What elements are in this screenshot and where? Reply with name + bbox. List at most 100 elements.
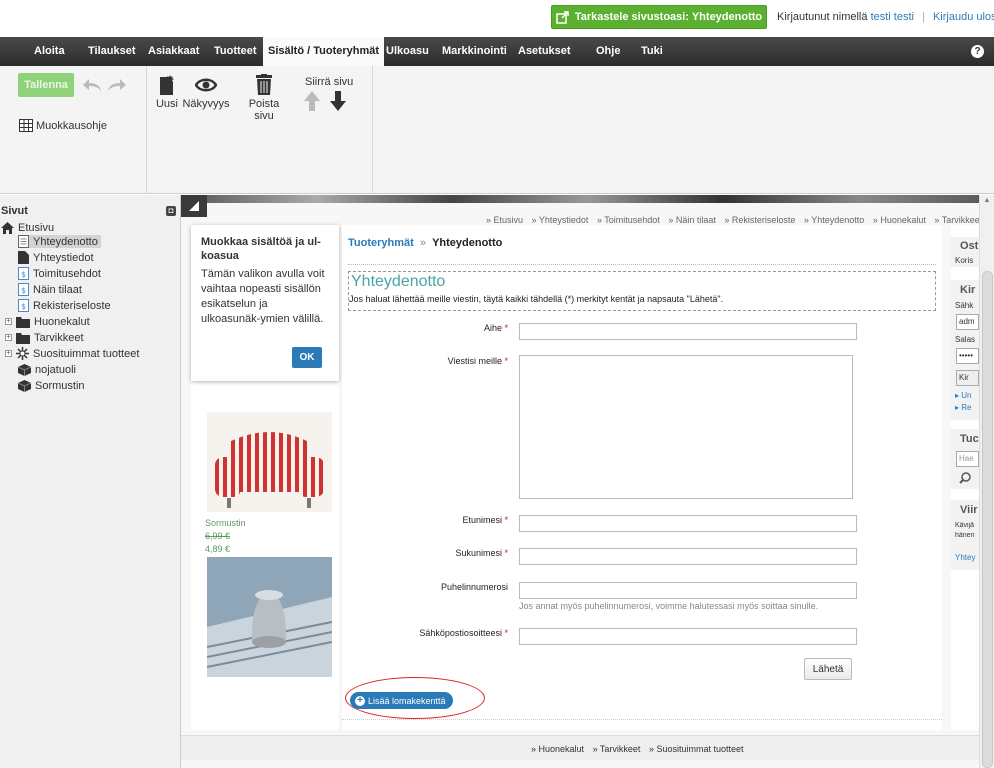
subject-input[interactable] <box>519 323 857 340</box>
popup-ok-button[interactable]: OK <box>292 347 322 368</box>
redo-icon[interactable] <box>106 75 128 93</box>
help-icon[interactable]: ? <box>971 45 984 58</box>
delete-page-label: Poista sivu <box>248 98 280 122</box>
tree-item-yhteystiedot[interactable]: Yhteystiedot <box>18 251 94 264</box>
ribbon-divider <box>146 66 147 194</box>
new-page-button[interactable]: Uusi <box>154 74 180 110</box>
menu-item-aloita[interactable]: Aloita <box>34 37 65 66</box>
preview-button[interactable]: Näkyvyys <box>181 74 231 110</box>
login-password-input[interactable]: ••••• <box>956 348 979 364</box>
thimble-image[interactable] <box>207 557 332 677</box>
tree-item-huonekalut[interactable]: + Huonekalut <box>5 315 90 328</box>
login-info: Kirjautunut nimellä testi testi | Kirjau… <box>777 11 994 23</box>
label-text: Aihe <box>483 323 502 333</box>
nav-link[interactable]: » Toimitusehdot <box>597 215 660 225</box>
message-textarea[interactable] <box>519 355 853 499</box>
scroll-up-arrow[interactable]: ▲ <box>983 197 991 205</box>
tree-item-toimitusehdot[interactable]: $ Toimitusehdot <box>18 267 101 280</box>
nav-link[interactable]: » Yhteydenotto <box>804 215 864 225</box>
login-email-input[interactable]: adm <box>956 314 979 330</box>
menu-item-asiakkaat[interactable]: Asiakkaat <box>148 37 199 66</box>
menu-item-markkinointi[interactable]: Markkinointi <box>442 37 507 66</box>
page-dollar-icon: $ <box>18 267 29 280</box>
menu-item-tilaukset[interactable]: Tilaukset <box>88 37 136 66</box>
expand-toggle[interactable]: + <box>5 334 12 341</box>
divider <box>342 719 942 720</box>
nav-link[interactable]: » Näin tilaat <box>668 215 716 225</box>
arrow-up-icon[interactable] <box>303 90 321 112</box>
breadcrumb-parent[interactable]: Tuoteryhmät <box>348 237 414 249</box>
nav-link[interactable]: » Yhteystiedot <box>532 215 589 225</box>
submit-button[interactable]: Lähetä <box>804 658 852 680</box>
menu-item-asetukset[interactable]: Asetukset <box>518 37 571 66</box>
new-page-icon <box>160 75 174 95</box>
user-name-link[interactable]: testi testi <box>871 11 914 23</box>
header-image <box>181 195 994 203</box>
tree-item-etusivu[interactable]: Etusivu <box>1 221 54 234</box>
search-icon[interactable] <box>959 472 971 484</box>
nav-link[interactable]: » Huonekalut <box>873 215 926 225</box>
menu-item-tuki[interactable]: Tuki <box>641 37 663 66</box>
nav-link[interactable]: » Etusivu <box>486 215 523 225</box>
footer-link[interactable]: » Huonekalut <box>531 744 584 754</box>
save-button[interactable]: Tallenna <box>18 73 74 97</box>
editable-title-block[interactable]: Yhteydenotto Jos haluat lähettää meille … <box>348 271 936 311</box>
arrow-down-icon[interactable] <box>329 90 347 112</box>
collapse-icon[interactable]: ◘ <box>166 206 176 216</box>
tree-item-nain-tilaat[interactable]: $ Näin tilaat <box>18 283 82 296</box>
corner-toggle[interactable] <box>181 195 207 217</box>
tree-item-tarvikkeet[interactable]: + Tarvikkeet <box>5 331 84 344</box>
footer-link[interactable]: » Tarvikkeet <box>593 744 641 754</box>
nav-link[interactable]: » Tarvikkeet <box>934 215 982 225</box>
recent-link[interactable]: Yhtey <box>955 553 977 562</box>
tree-item-sormustin[interactable]: Sormustin <box>18 379 85 392</box>
sidebar-title: Sivut <box>1 205 28 217</box>
first-name-input[interactable] <box>519 515 857 532</box>
required-mark: * <box>504 323 508 333</box>
vertical-scrollbar[interactable]: ▲ <box>979 195 994 768</box>
tree-item-yhteydenotto[interactable]: Yhteydenotto <box>18 235 101 248</box>
armchair-image[interactable] <box>207 412 332 512</box>
search-input[interactable]: Hae <box>956 451 979 467</box>
page-intro[interactable]: Jos haluat lähettää meille viestin, täyt… <box>349 294 723 304</box>
password-label: Salas <box>955 335 976 344</box>
recent-title: Viir <box>960 504 978 516</box>
plus-icon: + <box>355 695 365 706</box>
view-site-button[interactable]: Tarkastele sivustoasi: Yhteydenotto <box>551 5 767 29</box>
email-input[interactable] <box>519 628 857 645</box>
expand-toggle[interactable]: + <box>5 350 12 357</box>
cart-text: Koris <box>955 256 974 265</box>
product-name[interactable]: Sormustin <box>205 518 246 528</box>
expand-toggle[interactable]: + <box>5 318 12 325</box>
menu-item-ohje[interactable]: Ohje <box>596 37 620 66</box>
menu-item-sisalto[interactable]: Sisältö / Tuoteryhmät <box>263 37 385 66</box>
logout-link[interactable]: Kirjaudu ulos <box>933 11 994 23</box>
ribbon-divider <box>372 66 373 194</box>
page-title[interactable]: Yhteydenotto <box>351 273 445 291</box>
last-name-label: Sukunimesi * <box>368 548 508 558</box>
tree-item-suosituimmat[interactable]: + Suosituimmat tuotteet <box>5 347 139 360</box>
svg-text:$: $ <box>21 302 26 311</box>
login-button[interactable]: Kir <box>956 370 979 386</box>
edit-help-button[interactable]: Muokkausohje <box>19 119 107 132</box>
tree-item-rekisteriseloste[interactable]: $ Rekisteriseloste <box>18 299 111 312</box>
menu-item-tuotteet[interactable]: Tuotteet <box>214 37 257 66</box>
tree-item-label: Suosituimmat tuotteet <box>33 347 140 360</box>
box-icon <box>18 379 31 392</box>
scrollbar-thumb[interactable] <box>982 271 993 768</box>
logged-in-label: Kirjautunut nimellä <box>777 11 868 23</box>
delete-page-button[interactable]: Poista sivu <box>238 74 290 122</box>
menu-item-ulkoasu[interactable]: Ulkoasu <box>386 37 429 66</box>
corner-arrow-icon <box>189 201 199 211</box>
phone-input[interactable] <box>519 582 857 599</box>
register-link[interactable]: ▸ Un <box>955 391 977 400</box>
forgot-link[interactable]: ▸ Re <box>955 403 977 412</box>
nav-link[interactable]: » Rekisteriseloste <box>724 215 795 225</box>
last-name-input[interactable] <box>519 548 857 565</box>
undo-icon[interactable] <box>81 75 103 93</box>
tree-item-label: Huonekalut <box>34 315 90 328</box>
add-form-field-button[interactable]: + Lisää lomakekenttä <box>350 692 453 709</box>
folder-icon <box>16 332 30 344</box>
tree-item-nojatuoli[interactable]: nojatuoli <box>18 363 76 376</box>
footer-link[interactable]: » Suosituimmat tuotteet <box>649 744 744 754</box>
